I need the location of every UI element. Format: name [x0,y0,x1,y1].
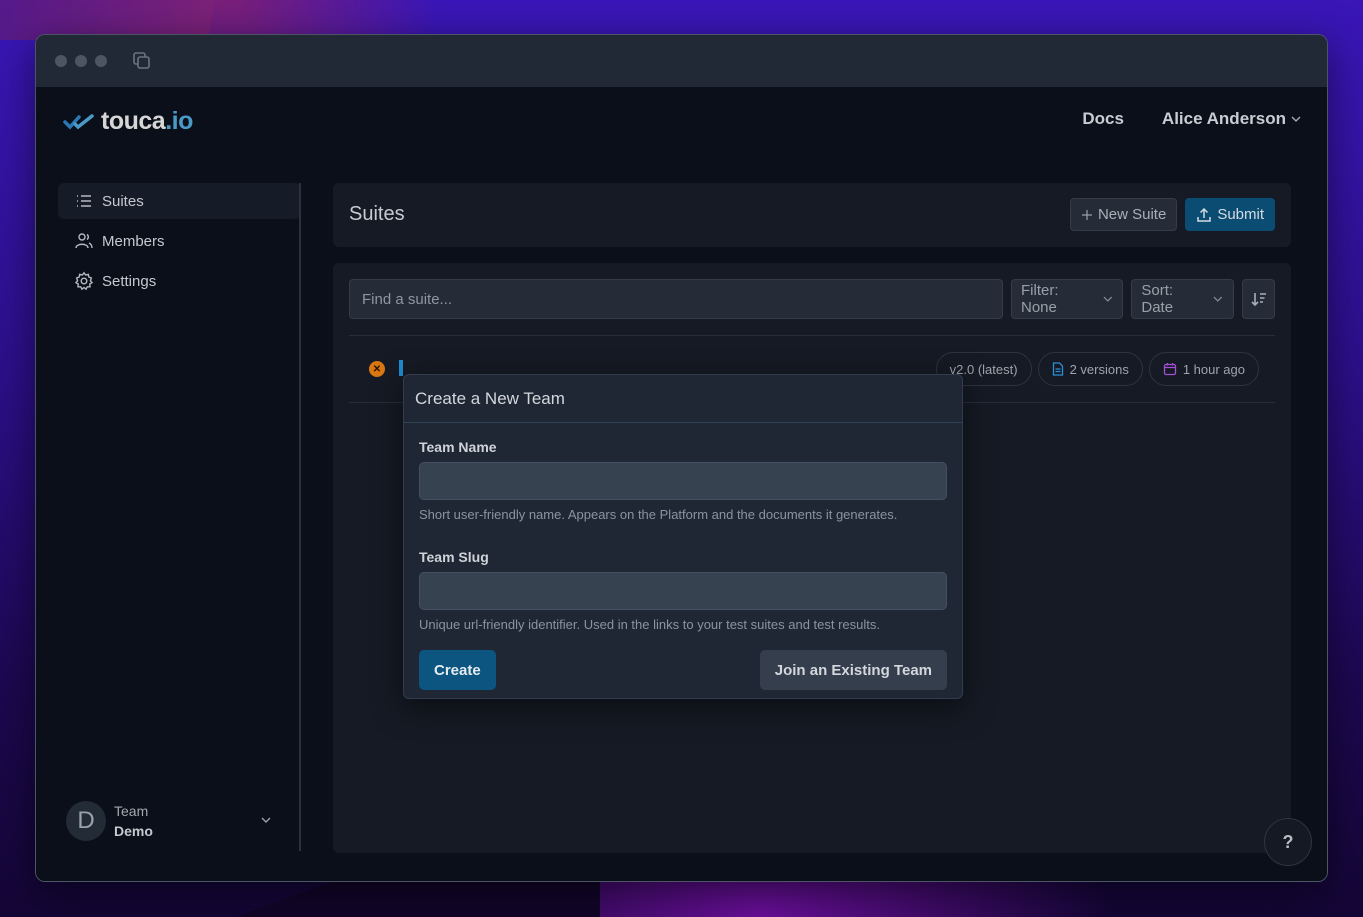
list-icon [77,195,91,207]
team-name-help: Short user-friendly name. Appears on the… [419,507,898,522]
app-root: touca.io Docs Alice Anderson Suites Memb… [36,87,1327,881]
sidebar-item-settings[interactable]: Settings [58,263,301,299]
tabs-overview-icon[interactable] [132,51,152,71]
sort-label: Sort: Date [1141,282,1174,316]
window-titlebar [36,35,1327,87]
sidebar-item-label: Suites [102,192,144,210]
modal-body: Team Name Short user-friendly name. Appe… [404,423,962,690]
users-icon [75,233,93,249]
sort-descending-icon [1250,293,1266,307]
sort-select[interactable]: Sort: Date [1131,279,1235,319]
chevron-down-icon [261,817,271,823]
team-slug-help: Unique url-friendly identifier. Used in … [419,617,880,632]
team-avatar: D [66,801,106,841]
chevron-down-icon [1214,296,1223,302]
maximize-window-button[interactable] [95,55,107,67]
time-badge: 1 hour ago [1148,352,1259,386]
docs-link[interactable]: Docs [1082,109,1124,129]
nav-right: Docs Alice Anderson [1082,109,1302,129]
join-existing-team-button[interactable]: Join an Existing Team [759,650,947,690]
chevron-down-icon [1291,116,1301,122]
document-icon [1052,362,1063,376]
calendar-icon [1163,363,1176,376]
sidebar-divider [299,183,301,851]
team-slug-label: Team Slug [419,549,489,565]
team-info: Team Demo [114,801,153,841]
suite-search-input[interactable]: Find a suite... [349,279,1003,319]
submit-button[interactable]: Submit [1185,198,1275,231]
team-slug-input[interactable] [419,572,947,610]
window-controls [55,55,107,67]
team-label: Team [114,803,149,819]
page-header: Suites New Suite Submit [333,183,1291,247]
submit-label: Submit [1217,206,1264,223]
team-name-label: Team Name [419,439,497,455]
close-window-button[interactable] [55,55,67,67]
sort-direction-button[interactable] [1242,279,1275,319]
sidebar-item-members[interactable]: Members [58,223,301,259]
team-name-input[interactable] [419,462,947,500]
suite-name-link[interactable] [399,360,403,376]
gear-icon [74,271,94,291]
upload-icon [1197,207,1212,222]
help-button[interactable]: ? [1264,818,1312,866]
suites-toolbar: Find a suite... Filter: None Sort: Date [349,279,1275,319]
plus-icon [1081,209,1092,220]
sidebar-item-suites[interactable]: Suites [58,183,301,219]
page-title: Suites [349,203,405,225]
brand-name-suffix: .io [165,107,193,135]
failed-status-icon: ✕ [369,361,385,377]
new-suite-label: New Suite [1097,206,1167,223]
user-name: Alice Anderson [1161,109,1286,128]
modal-actions: Create Join an Existing Team [419,650,947,690]
suite-badges: v2.0 (latest) 2 versions 1 hour ago [935,352,1259,386]
team-name: Demo [114,823,153,839]
versions-count-text: 2 versions [1069,361,1129,377]
brand-logo[interactable]: touca.io [63,107,193,136]
main-content: Suites New Suite Submit Find a suite... … [333,183,1291,853]
chevron-down-icon [1103,296,1112,302]
time-badge-text: 1 hour ago [1182,361,1245,377]
filter-select[interactable]: Filter: None [1011,279,1124,319]
user-menu[interactable]: Alice Anderson [1162,109,1302,129]
minimize-window-button[interactable] [75,55,87,67]
modal-header: Create a New Team [404,375,962,423]
create-team-modal: Create a New Team Team Name Short user-f… [403,374,963,699]
create-team-button[interactable]: Create [419,650,496,690]
filter-label: Filter: None [1021,282,1059,316]
header-actions: New Suite Submit [1069,198,1275,231]
modal-title: Create a New Team [415,388,565,408]
versions-count-badge: 2 versions [1037,352,1143,386]
brand-name-main: touca [101,107,166,135]
checkmarks-logo-icon [63,113,94,130]
sidebar: Suites Members Settings D Team Demo [58,183,301,851]
new-suite-button[interactable]: New Suite [1069,198,1178,231]
browser-window: touca.io Docs Alice Anderson Suites Memb… [35,34,1328,882]
top-navigation: touca.io Docs Alice Anderson [36,87,1327,153]
sidebar-item-label: Members [102,232,165,250]
brand-name: touca.io [101,107,193,136]
sidebar-item-label: Settings [102,272,157,290]
team-switcher[interactable]: D Team Demo [66,799,281,843]
